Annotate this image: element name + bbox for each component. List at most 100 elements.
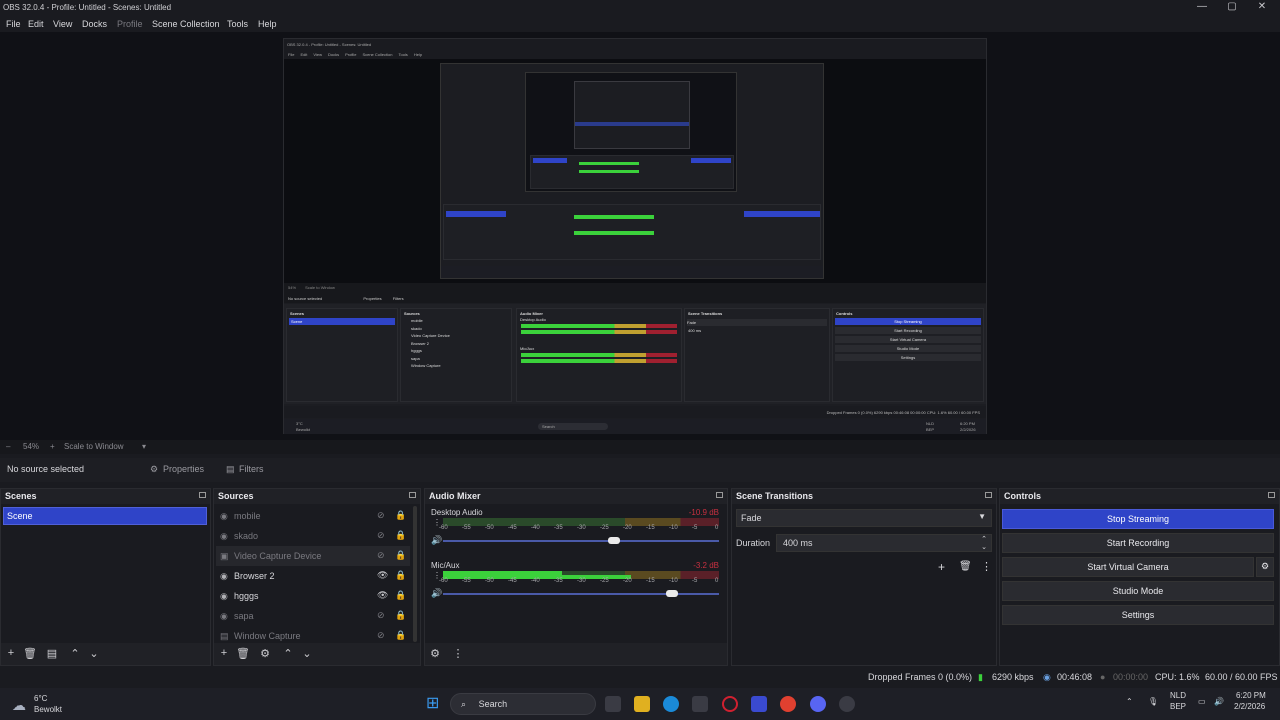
start-recording-button[interactable]: Start Recording	[1002, 533, 1274, 553]
lock-icon[interactable]: 🔒	[395, 630, 406, 641]
preview-area[interactable]: OBS 32.0.4 - Profile: Untitled - Scenes:…	[0, 32, 1280, 440]
lock-icon[interactable]: 🔒	[395, 510, 406, 521]
nested-canvas	[284, 59, 986, 283]
add-icon[interactable]: +	[4, 647, 18, 659]
eye-hidden-icon[interactable]: ⊘	[377, 530, 385, 541]
eye-hidden-icon[interactable]: ⊘	[377, 630, 385, 641]
add-icon[interactable]: +	[938, 560, 945, 574]
volume-icon[interactable]: 🔊	[1214, 697, 1224, 706]
nested-dock-title: Scene Transitions	[688, 311, 723, 316]
taskbar-search[interactable]: ⌕ Search	[450, 693, 596, 715]
duration-input[interactable]: 400 ms ⌃ ⌄	[776, 534, 992, 552]
add-icon[interactable]: +	[217, 647, 231, 659]
clock-date[interactable]: 2/2/2026	[1234, 702, 1265, 711]
trash-icon[interactable]: 🗑	[23, 647, 37, 660]
clock-time[interactable]: 6:20 PM	[1236, 691, 1266, 700]
lock-icon[interactable]: 🔒	[395, 590, 406, 601]
source-item[interactable]: ◉ hgggs 👁 🔒	[216, 586, 410, 606]
filter-icon[interactable]: ▤	[45, 647, 59, 660]
network-icon[interactable]: ▭	[1198, 697, 1206, 706]
volume-knob[interactable]	[608, 537, 621, 544]
dock-float-icon[interactable]	[716, 492, 723, 498]
globe-icon: ◉	[220, 511, 228, 521]
lock-icon[interactable]: 🔒	[395, 530, 406, 541]
kebab-menu-icon[interactable]: ⋮	[981, 560, 992, 573]
dock-float-icon[interactable]	[985, 492, 992, 498]
opera-icon[interactable]	[722, 696, 738, 712]
move-up-icon[interactable]: ⌃	[68, 647, 82, 660]
settings-button[interactable]: Settings	[1002, 605, 1274, 625]
chrome-icon[interactable]	[780, 696, 796, 712]
language-secondary[interactable]: BEP	[1170, 702, 1186, 711]
dock-title: Sources	[218, 491, 254, 501]
mixer-channel: Desktop Audio -10.9 dB ⋮ -60 -55 -50 -45 -40…	[429, 508, 721, 558]
meter-tick-label: -45	[508, 525, 517, 531]
scale-mode-caret-icon[interactable]: ▾	[142, 442, 146, 451]
menu-view[interactable]: View	[53, 19, 72, 29]
trash-icon[interactable]: 🗑	[236, 647, 250, 660]
gear-icon[interactable]: ⚙	[258, 647, 272, 660]
move-down-icon[interactable]: ⌄	[300, 647, 314, 660]
close-button[interactable]: ✕	[1250, 1, 1274, 12]
discord-icon[interactable]	[810, 696, 826, 712]
studio-mode-button[interactable]: Studio Mode	[1002, 581, 1274, 601]
lock-icon[interactable]: 🔒	[395, 610, 406, 621]
tray-chevron-icon[interactable]: ⌃	[1126, 697, 1133, 706]
source-item[interactable]: ◉ skado ⊘ 🔒	[216, 526, 410, 546]
eye-hidden-icon[interactable]: ⊘	[377, 510, 385, 521]
lock-icon[interactable]: 🔒	[395, 570, 406, 581]
scale-mode[interactable]: Scale to Window	[64, 442, 124, 451]
zoom-out-button[interactable]: –	[6, 442, 10, 451]
virtual-camera-settings-gear-icon[interactable]: ⚙	[1256, 557, 1274, 577]
menu-file[interactable]: File	[6, 19, 21, 29]
lock-icon[interactable]: 🔒	[395, 550, 406, 561]
transition-select[interactable]: Fade ▼	[736, 509, 992, 527]
app-icon[interactable]	[751, 696, 767, 712]
speaker-icon[interactable]: 🔊	[431, 535, 442, 546]
file-explorer-icon[interactable]	[634, 696, 650, 712]
eye-icon[interactable]: 👁	[377, 590, 388, 601]
zoom-in-button[interactable]: +	[50, 442, 55, 451]
eye-hidden-icon[interactable]: ⊘	[377, 550, 385, 561]
stepper-down-icon[interactable]: ⌄	[981, 543, 987, 551]
store-icon[interactable]	[692, 696, 708, 712]
microphone-icon[interactable]: 🎙	[1148, 697, 1158, 706]
dock-float-icon[interactable]	[409, 492, 416, 498]
edge-icon[interactable]	[663, 696, 679, 712]
maximize-button[interactable]: ▢	[1220, 1, 1244, 12]
stop-streaming-button[interactable]: Stop Streaming	[1002, 509, 1274, 529]
preview-canvas[interactable]: OBS 32.0.4 - Profile: Untitled - Scenes:…	[283, 38, 987, 434]
menu-tools[interactable]: Tools	[227, 19, 248, 29]
wrench-icon[interactable]: ⚙	[428, 647, 442, 660]
source-item[interactable]: ◉ sapa ⊘ 🔒	[216, 606, 410, 626]
scene-item[interactable]: Scene	[3, 507, 207, 525]
source-item[interactable]: ◉ mobile ⊘ 🔒	[216, 506, 410, 526]
volume-knob[interactable]	[666, 590, 679, 597]
menu-profile[interactable]: Profile	[117, 19, 143, 29]
speaker-icon[interactable]: 🔊	[431, 588, 442, 599]
minimize-button[interactable]: —	[1190, 1, 1214, 12]
eye-icon[interactable]: 👁	[377, 570, 388, 581]
dock-float-icon[interactable]	[1268, 492, 1275, 498]
kebab-menu-icon[interactable]: ⋮	[451, 647, 465, 660]
trash-icon[interactable]: 🗑	[959, 561, 972, 572]
stepper-up-icon[interactable]: ⌃	[981, 535, 987, 543]
cloud-icon: ☁	[12, 697, 26, 713]
menu-scene-collection[interactable]: Scene Collection	[152, 19, 220, 29]
menu-help[interactable]: Help	[258, 19, 277, 29]
move-up-icon[interactable]: ⌃	[281, 647, 295, 660]
menu-docks[interactable]: Docks	[82, 19, 107, 29]
source-item[interactable]: ◉ Browser 2 👁 🔒	[216, 566, 410, 586]
windows-start-icon[interactable]: ⊞	[426, 696, 442, 712]
source-item[interactable]: ▣ Video Capture Device ⊘ 🔒	[216, 546, 410, 566]
start-virtual-camera-button[interactable]: Start Virtual Camera	[1002, 557, 1254, 577]
eye-hidden-icon[interactable]: ⊘	[377, 610, 385, 621]
obs-icon[interactable]	[839, 696, 855, 712]
menu-edit[interactable]: Edit	[28, 19, 44, 29]
sources-scrollbar[interactable]	[413, 506, 417, 642]
task-view-icon[interactable]	[605, 696, 621, 712]
move-down-icon[interactable]: ⌄	[87, 647, 101, 660]
volume-slider[interactable]	[443, 540, 719, 542]
language-primary[interactable]: NLD	[1170, 691, 1186, 700]
dock-float-icon[interactable]	[199, 492, 206, 498]
